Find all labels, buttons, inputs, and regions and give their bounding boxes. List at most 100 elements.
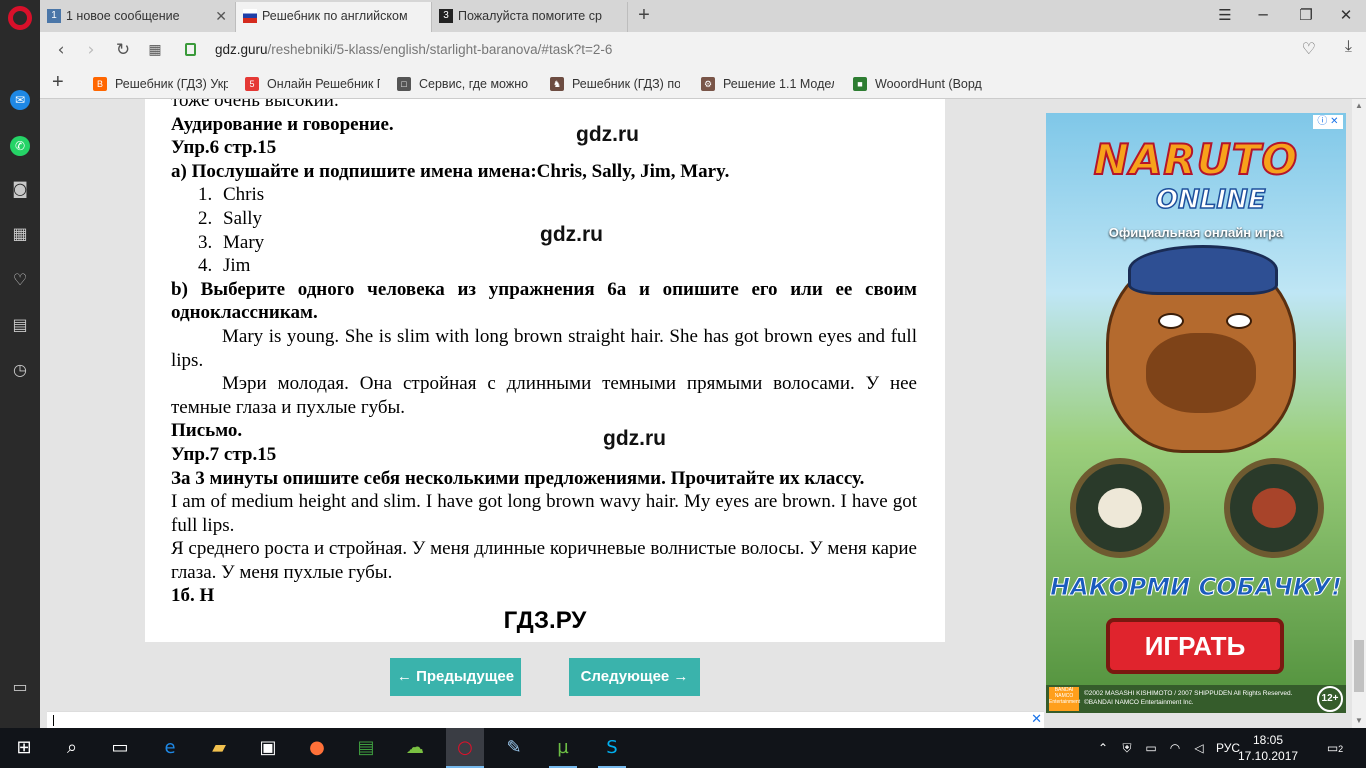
back-button[interactable]: ‹ bbox=[48, 38, 74, 62]
system-clock[interactable]: 18:05 17.10.2017 bbox=[1238, 732, 1298, 764]
section-heading: Аудирование и говорение. bbox=[171, 113, 394, 135]
bookmark-favicon-icon: ■ bbox=[853, 77, 867, 91]
search-icon[interactable]: ⌕ bbox=[58, 734, 86, 762]
paint-icon[interactable]: ✎ bbox=[500, 734, 528, 762]
dog-muzzle-shape bbox=[1146, 333, 1256, 413]
bun-icon bbox=[1098, 488, 1142, 528]
reload-button[interactable]: ↻ bbox=[110, 38, 136, 62]
scroll-up-arrow-icon[interactable]: ▲ bbox=[1352, 99, 1366, 113]
heart-icon[interactable]: ♡ bbox=[8, 268, 32, 292]
russian-translation: Я среднего роста и стройная. У меня длин… bbox=[171, 538, 917, 583]
ad-logo-naruto: NARUTO bbox=[1093, 134, 1299, 185]
document-text: тоже очень высокий. Аудирование и говоре… bbox=[171, 99, 917, 608]
whatsapp-icon[interactable]: ✆ bbox=[10, 136, 30, 156]
tab-gdz-guru[interactable]: Решебник по английском bbox=[236, 2, 432, 32]
clock-date: 17.10.2017 bbox=[1238, 749, 1299, 763]
camera-icon[interactable]: ◙ bbox=[8, 177, 32, 201]
utorrent-icon[interactable]: µ bbox=[549, 734, 577, 762]
tab-vk-messages[interactable]: 1 1 новое сообщение ✕ bbox=[40, 2, 236, 32]
exercise-task: b) Выберите одного человека из упражнени… bbox=[171, 278, 917, 324]
previous-button[interactable]: ← Предыдущее bbox=[390, 658, 521, 696]
file-explorer-icon[interactable]: ▰ bbox=[205, 734, 233, 762]
address-field[interactable]: gdz.guru/reshebniki/5-klass/english/star… bbox=[175, 36, 1325, 64]
scroll-down-arrow-icon[interactable]: ▼ bbox=[1352, 714, 1366, 728]
battery-icon[interactable]: ▭ bbox=[1142, 728, 1160, 768]
close-ad-icon[interactable]: ✕ bbox=[1031, 711, 1042, 727]
opera-icon[interactable]: ○ bbox=[451, 734, 479, 762]
forward-button[interactable]: › bbox=[78, 38, 104, 62]
vertical-scrollbar[interactable]: ▲ ▼ bbox=[1352, 99, 1366, 728]
exercise-heading: Упр.6 стр.15 bbox=[171, 137, 277, 159]
tab-label: Пожалуйста помогите ср bbox=[458, 9, 602, 23]
task-view-icon[interactable]: ▭ bbox=[106, 734, 134, 762]
tray-overflow-icon[interactable]: ⌃ bbox=[1094, 728, 1112, 768]
notifications-button[interactable]: ▭2 bbox=[1320, 728, 1350, 768]
bookmark-item[interactable]: ♞ Решебник (ГДЗ) по bbox=[550, 74, 680, 94]
section-heading: Письмо. bbox=[171, 420, 243, 442]
advertisement-banner[interactable]: ⓘ ✕ NARUTO ONLINE Официальная онлайн игр… bbox=[1046, 113, 1346, 713]
messenger-icon[interactable]: ✉ bbox=[10, 90, 30, 110]
dog-eye-shape bbox=[1226, 313, 1252, 329]
age-rating-badge: 12+ bbox=[1317, 686, 1343, 712]
exercise-task: За 3 минуты опишите себя несколькими пре… bbox=[171, 467, 865, 489]
browser-sidebar: ✉ ✆ ◙ ▦ ♡ ▤ ◷ ▭ bbox=[0, 0, 40, 728]
ad-info-icon[interactable]: ⓘ ✕ bbox=[1313, 115, 1343, 129]
volume-icon[interactable]: ◁ bbox=[1190, 728, 1208, 768]
sidebar-toggle-icon[interactable]: ▭ bbox=[8, 675, 32, 699]
bottom-ad-strip[interactable]: ✕ bbox=[47, 711, 1044, 728]
close-tab-icon[interactable]: ✕ bbox=[215, 2, 227, 30]
downloads-icon[interactable]: ⤓ bbox=[1345, 38, 1352, 56]
tab-menu-icon[interactable]: ☰ bbox=[1205, 0, 1245, 30]
bookmark-item[interactable]: □ Сервис, где можно bbox=[397, 74, 530, 94]
bookmark-heart-icon[interactable]: ♡ bbox=[1302, 39, 1316, 59]
bookmark-item[interactable]: ■ WooordHunt (Ворд bbox=[853, 74, 988, 94]
ad-cta-title: НАКОРМИ СОБАЧКУ! bbox=[1050, 573, 1343, 602]
notification-count: 2 bbox=[1338, 744, 1344, 754]
bookmark-label: Решебник (ГДЗ) Укр bbox=[115, 77, 228, 91]
skype-icon[interactable]: S bbox=[598, 734, 626, 762]
add-bookmark-button[interactable]: + bbox=[52, 71, 64, 94]
opera-logo-icon[interactable] bbox=[8, 6, 32, 30]
tab-znanija[interactable]: 3 Пожалуйста помогите ср bbox=[432, 2, 628, 32]
new-tab-button[interactable]: + bbox=[629, 2, 659, 30]
text-cursor bbox=[53, 715, 54, 726]
url-host: gdz.guru bbox=[215, 42, 268, 57]
close-window-button[interactable]: ✕ bbox=[1326, 0, 1366, 30]
speed-dial-icon[interactable]: ▦ bbox=[8, 222, 32, 246]
scrollbar-thumb[interactable] bbox=[1354, 640, 1364, 692]
clock-time: 18:05 bbox=[1252, 733, 1284, 747]
ad-legal-text: ©2002 MASASHI KISHIMOTO / 2007 SHIPPUDEN… bbox=[1084, 690, 1293, 706]
cloud-app-icon[interactable]: ☁ bbox=[401, 734, 429, 762]
bandai-namco-logo: BANDAI NAMCO Entertainment bbox=[1049, 687, 1080, 711]
notification-icon: ▭ bbox=[1326, 741, 1339, 755]
ad-play-button[interactable]: ИГРАТЬ bbox=[1106, 618, 1284, 674]
store-icon[interactable]: ▣ bbox=[254, 734, 282, 762]
edge-icon[interactable]: e bbox=[156, 734, 184, 762]
tab-strip: 1 1 новое сообщение ✕ Решебник по англий… bbox=[40, 0, 1366, 32]
vk-favicon-icon: 1 bbox=[47, 9, 61, 23]
wifi-icon[interactable]: ◠ bbox=[1166, 728, 1184, 768]
minimize-button[interactable]: ─ bbox=[1243, 0, 1283, 30]
next-button[interactable]: Следующее → bbox=[569, 658, 700, 696]
notes-app-icon[interactable]: ▤ bbox=[352, 734, 380, 762]
windows-taskbar: ⊞ ⌕ ▭ e ▰ ▣ ● ▤ ☁ ○ ✎ µ S ⌃ ⛨ ▭ ◠ ◁ РУС … bbox=[0, 728, 1366, 768]
firefox-icon[interactable]: ● bbox=[303, 734, 331, 762]
news-icon[interactable]: ▤ bbox=[8, 313, 32, 337]
watermark: gdz.ru bbox=[576, 123, 639, 146]
bookmark-item[interactable]: 5 Онлайн Решебник Г bbox=[245, 74, 380, 94]
tab-label: Решебник по английском bbox=[262, 9, 408, 23]
headband-shape bbox=[1128, 245, 1278, 295]
ad-legal-footer: BANDAI NAMCO Entertainment ©2002 MASASHI… bbox=[1046, 685, 1346, 713]
bookmark-item[interactable]: ⚙ Решение 1.1 Модел bbox=[701, 74, 834, 94]
antivirus-tray-icon[interactable]: ⛨ bbox=[1118, 728, 1136, 768]
meat-icon bbox=[1252, 488, 1296, 528]
text-line: тоже очень высокий. bbox=[171, 99, 339, 111]
speed-dial-button[interactable]: ▦ bbox=[142, 38, 168, 62]
bookmark-favicon-icon: 5 bbox=[245, 77, 259, 91]
restore-button[interactable]: ❐ bbox=[1286, 0, 1326, 30]
bookmark-item[interactable]: B Решебник (ГДЗ) Укр bbox=[93, 74, 228, 94]
exercise-heading: Упр.7 стр.15 bbox=[171, 443, 277, 465]
windows-start-icon[interactable]: ⊞ bbox=[10, 734, 38, 762]
ad-logo-online: ONLINE bbox=[1155, 184, 1266, 216]
history-icon[interactable]: ◷ bbox=[8, 358, 32, 382]
